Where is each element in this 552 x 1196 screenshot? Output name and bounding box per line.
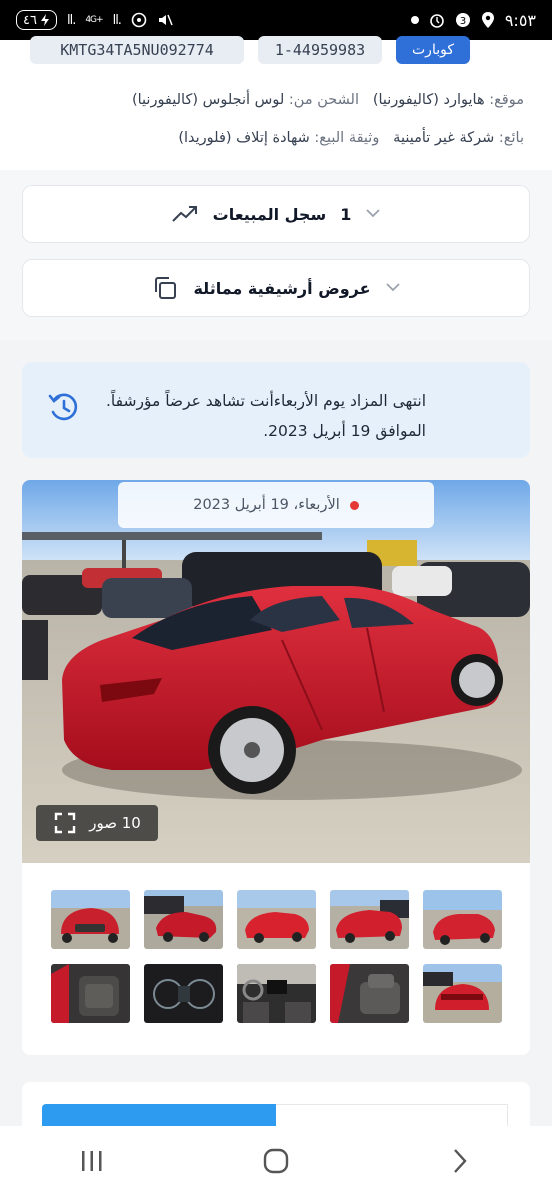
doc-value: شهادة إتلاف (فلوريدا) bbox=[178, 130, 310, 146]
gallery-card: الأربعاء، 19 أبريل 2023 10 صور bbox=[22, 480, 530, 1055]
home-button[interactable] bbox=[246, 1141, 306, 1181]
thumbnail-5[interactable] bbox=[51, 890, 130, 949]
auction-date: الأربعاء، 19 أبريل 2023 bbox=[193, 497, 340, 513]
location-label: موقع: bbox=[489, 92, 524, 108]
back-button[interactable] bbox=[430, 1141, 490, 1181]
thumbnail-10[interactable] bbox=[51, 964, 130, 1023]
status-bar: ٤٦ ll. 4G+ ll. 3 ٩:٥٣ bbox=[0, 0, 552, 40]
similar-archive-accordion[interactable]: عروض أرشيفية مماثلة bbox=[22, 259, 530, 317]
sales-history-count: 1 bbox=[340, 204, 352, 224]
location-icon bbox=[481, 12, 494, 28]
battery-indicator: ٤٦ bbox=[16, 10, 57, 30]
thumbnail-4[interactable] bbox=[144, 890, 223, 949]
location-value: هايوارد (كاليفورنيا) bbox=[372, 92, 485, 108]
notice-line-2: الموافق 19 أبريل 2023. bbox=[263, 422, 426, 440]
system-nav-bar bbox=[0, 1126, 552, 1196]
trend-up-icon bbox=[171, 206, 197, 222]
vehicle-info-card: KMTG34TA5NU092774 1-44959983 كوبارت موقع… bbox=[0, 36, 552, 170]
thumbnail-2[interactable] bbox=[330, 890, 409, 949]
home-icon bbox=[263, 1148, 289, 1174]
shipping-value: لوس أنجلوس (كاليفورنيا) bbox=[131, 92, 285, 108]
photo-count: 10 صور bbox=[89, 814, 141, 832]
status-left: ٤٦ ll. 4G+ ll. bbox=[16, 10, 173, 30]
expand-icon bbox=[55, 812, 76, 834]
recent-apps-button[interactable] bbox=[62, 1141, 122, 1181]
battery-level: ٤٦ bbox=[23, 12, 37, 28]
seller-label: بائع: bbox=[498, 130, 524, 146]
network-type: 4G+ bbox=[85, 15, 103, 25]
photo-count-button[interactable]: 10 صور bbox=[36, 805, 158, 841]
thumbnail-grid bbox=[50, 890, 502, 1023]
status-right: 3 ٩:٥٣ bbox=[410, 10, 536, 30]
similar-archive-label: عروض أرشيفية مماثلة bbox=[193, 278, 371, 298]
notification-dot bbox=[410, 16, 419, 24]
recent-apps-icon bbox=[82, 1151, 102, 1171]
thumbnail-3[interactable] bbox=[237, 890, 316, 949]
seller-value: شركة غير تأمينية bbox=[393, 130, 495, 146]
location-row: موقع: هايوارد (كاليفورنيا) الشحن من: لوس… bbox=[132, 92, 524, 108]
app-icon: 3 bbox=[455, 13, 470, 27]
signal-icon-2: ll. bbox=[112, 12, 122, 28]
thumbnail-9[interactable] bbox=[144, 964, 223, 1023]
copy-icon bbox=[155, 277, 177, 299]
thumbnail-1[interactable] bbox=[423, 890, 502, 949]
signal-icon: ll. bbox=[66, 12, 76, 28]
history-icon bbox=[48, 393, 78, 421]
alarm-icon bbox=[430, 14, 444, 28]
status-dot bbox=[349, 500, 359, 510]
mute-icon bbox=[158, 14, 173, 26]
thumbnail-6[interactable] bbox=[423, 964, 502, 1023]
chevron-down-icon bbox=[365, 206, 381, 222]
notice-text: انتهى المزاد يوم الأربعاءأنت تشاهد عرضاً… bbox=[96, 386, 426, 446]
auction-date-chip: الأربعاء، 19 أبريل 2023 bbox=[118, 482, 434, 528]
chevron-down-icon bbox=[385, 280, 401, 296]
archived-notice: انتهى المزاد يوم الأربعاءأنت تشاهد عرضاً… bbox=[22, 362, 530, 458]
notice-line-1: انتهى المزاد يوم الأربعاءأنت تشاهد عرضاً… bbox=[106, 392, 426, 410]
vin-field[interactable]: KMTG34TA5NU092774 bbox=[30, 36, 244, 64]
thumbnail-7[interactable] bbox=[330, 964, 409, 1023]
main-car-photo[interactable]: الأربعاء، 19 أبريل 2023 10 صور bbox=[22, 480, 530, 863]
svg-text:3: 3 bbox=[460, 16, 466, 27]
sales-history-label: سجل المبيعات bbox=[212, 204, 327, 224]
lot-number-field[interactable]: 1-44959983 bbox=[258, 36, 382, 64]
back-icon bbox=[454, 1149, 467, 1173]
clock: ٩:٥٣ bbox=[504, 10, 536, 30]
sales-history-accordion[interactable]: 1 سجل المبيعات bbox=[22, 185, 530, 243]
thumbnail-8[interactable] bbox=[237, 964, 316, 1023]
charging-icon bbox=[40, 14, 49, 26]
copart-button[interactable]: كوبارت bbox=[396, 36, 470, 64]
doc-label: وثيقة البيع: bbox=[314, 130, 380, 146]
shipping-label: الشحن من: bbox=[288, 92, 359, 108]
hotspot-icon bbox=[131, 12, 147, 28]
seller-row: بائع: شركة غير تأمينية وثيقة البيع: شهاد… bbox=[178, 130, 524, 146]
